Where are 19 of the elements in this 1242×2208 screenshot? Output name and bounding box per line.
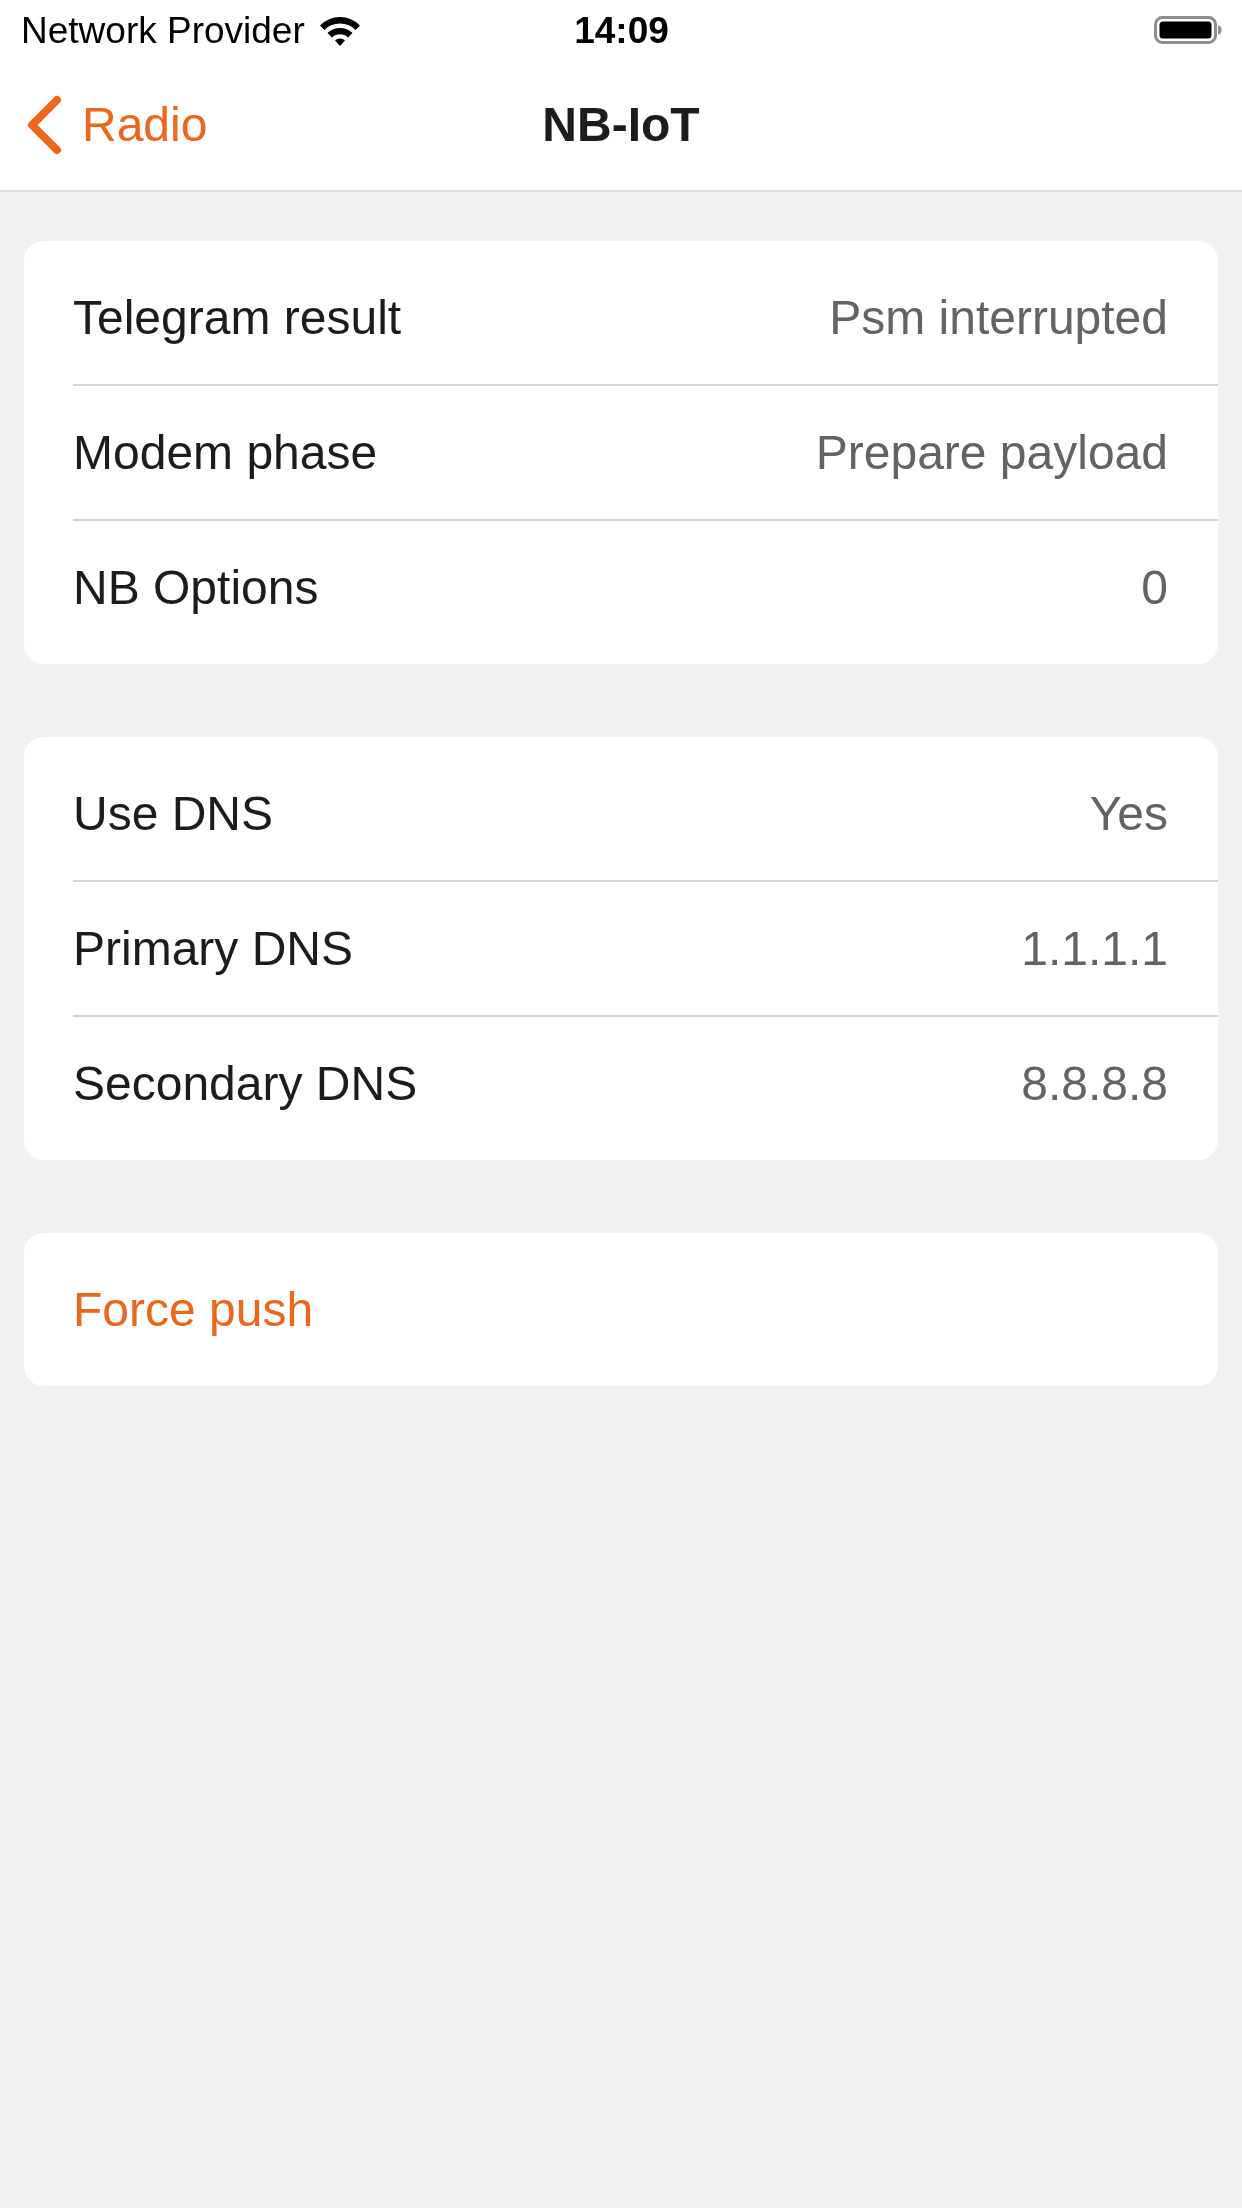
back-button[interactable]: Radio — [24, 95, 208, 155]
row-value: Psm interrupted — [829, 293, 1168, 342]
row-label: Secondary DNS — [73, 1059, 418, 1108]
row-label: Primary DNS — [73, 924, 353, 973]
row-label: Telegram result — [73, 293, 402, 342]
page-title: NB-IoT — [542, 101, 700, 149]
row-value: 8.8.8.8 — [1021, 1059, 1168, 1108]
row-value: Yes — [1089, 789, 1168, 838]
row-value: Prepare payload — [815, 428, 1168, 477]
row-label: Modem phase — [73, 428, 378, 477]
row-value: 0 — [1141, 563, 1168, 612]
action-button[interactable]: Force push — [24, 1243, 1218, 1376]
carrier-name: Network Provider — [21, 11, 305, 49]
row-label: NB Options — [73, 563, 319, 612]
wifi-icon — [318, 14, 361, 46]
status-time: 14:09 — [574, 11, 669, 49]
battery-icon — [1154, 16, 1222, 44]
row-label: Use DNS — [73, 789, 274, 838]
row-value: 1.1.1.1 — [1021, 924, 1168, 973]
